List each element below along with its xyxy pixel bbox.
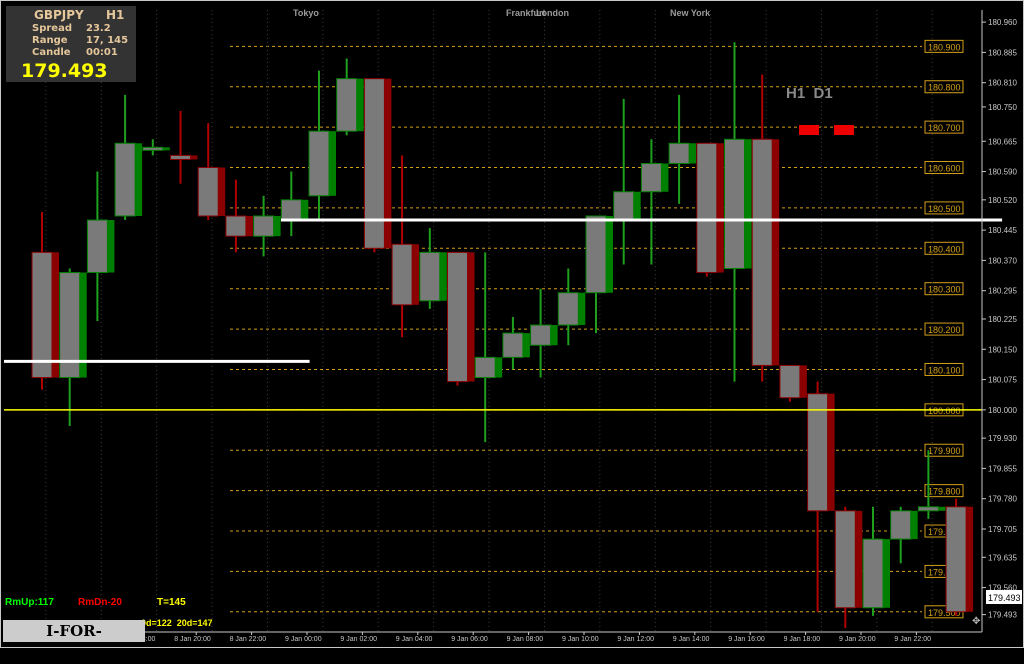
chart-frame xyxy=(0,0,1024,648)
